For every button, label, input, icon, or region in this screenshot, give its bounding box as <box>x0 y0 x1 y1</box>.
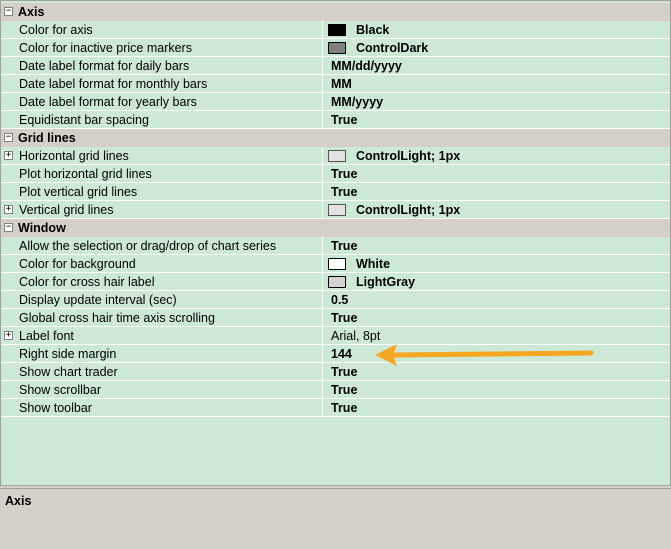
property-row[interactable]: + Vertical grid lines ControlLight; 1px <box>1 201 670 219</box>
description-panel: Axis <box>0 488 671 549</box>
category-grid-lines[interactable]: − Grid lines <box>1 129 670 147</box>
column-divider <box>322 345 323 363</box>
column-divider <box>322 363 323 381</box>
property-row[interactable]: Date label format for daily bars MM/dd/y… <box>1 57 670 75</box>
property-row[interactable]: Date label format for monthly bars MM <box>1 75 670 93</box>
category-label: Axis <box>18 5 45 19</box>
property-row[interactable]: + Horizontal grid lines ControlLight; 1p… <box>1 147 670 165</box>
category-label: Window <box>18 221 66 235</box>
column-divider <box>322 381 323 399</box>
column-divider <box>322 93 323 111</box>
expand-icon[interactable]: + <box>4 331 13 340</box>
property-row[interactable]: Display update interval (sec) 0.5 <box>1 291 670 309</box>
property-value[interactable]: True <box>331 185 357 199</box>
property-value[interactable]: White <box>356 257 390 271</box>
column-divider <box>322 147 323 165</box>
column-divider <box>322 327 323 345</box>
property-label: Global cross hair time axis scrolling <box>19 311 215 325</box>
collapse-icon[interactable]: − <box>4 133 13 142</box>
property-label: Allow the selection or drag/drop of char… <box>19 239 277 253</box>
column-divider <box>322 75 323 93</box>
property-label: Label font <box>19 329 74 343</box>
property-row[interactable]: Color for background White <box>1 255 670 273</box>
color-swatch <box>328 204 346 216</box>
color-swatch <box>328 276 346 288</box>
property-value[interactable]: True <box>331 113 357 127</box>
property-label: Date label format for yearly bars <box>19 95 197 109</box>
property-row[interactable]: Date label format for yearly bars MM/yyy… <box>1 93 670 111</box>
property-value[interactable]: LightGray <box>356 275 415 289</box>
property-value[interactable]: MM/yyyy <box>331 95 383 109</box>
property-row[interactable]: Show scrollbar True <box>1 381 670 399</box>
category-label: Grid lines <box>18 131 76 145</box>
property-grid: − Axis Color for axis Black Color for in… <box>0 0 671 486</box>
color-swatch <box>328 42 346 54</box>
property-label: Show scrollbar <box>19 383 101 397</box>
column-divider <box>322 309 323 327</box>
category-axis[interactable]: − Axis <box>1 3 670 21</box>
column-divider <box>322 291 323 309</box>
color-swatch <box>328 258 346 270</box>
property-row[interactable]: Show toolbar True <box>1 399 670 417</box>
column-divider <box>322 201 323 219</box>
column-divider <box>322 57 323 75</box>
property-label: Plot vertical grid lines <box>19 185 138 199</box>
property-value[interactable]: MM <box>331 77 352 91</box>
property-value[interactable]: True <box>331 401 357 415</box>
expand-icon[interactable]: + <box>4 151 13 160</box>
property-row[interactable]: Color for cross hair label LightGray <box>1 273 670 291</box>
highlight-arrow-icon <box>375 344 594 366</box>
column-divider <box>322 111 323 129</box>
column-divider <box>322 165 323 183</box>
column-divider <box>322 255 323 273</box>
property-value[interactable]: 0.5 <box>331 293 348 307</box>
column-divider <box>322 21 323 39</box>
color-swatch <box>328 150 346 162</box>
column-divider <box>322 39 323 57</box>
property-value[interactable]: True <box>331 311 357 325</box>
column-divider <box>322 273 323 291</box>
property-value[interactable]: ControlDark <box>356 41 428 55</box>
category-window[interactable]: − Window <box>1 219 670 237</box>
property-label: Show toolbar <box>19 401 92 415</box>
property-value[interactable]: ControlLight; 1px <box>356 203 460 217</box>
property-value[interactable]: MM/dd/yyyy <box>331 59 402 73</box>
property-row[interactable]: Equidistant bar spacing True <box>1 111 670 129</box>
property-value[interactable]: Black <box>356 23 389 37</box>
property-label: Plot horizontal grid lines <box>19 167 152 181</box>
property-value[interactable]: True <box>331 167 357 181</box>
property-value[interactable]: 144 <box>331 347 352 361</box>
property-label: Date label format for daily bars <box>19 59 190 73</box>
property-row[interactable]: Color for inactive price markers Control… <box>1 39 670 57</box>
property-label: Color for cross hair label <box>19 275 155 289</box>
property-value[interactable]: True <box>331 383 357 397</box>
column-divider <box>322 183 323 201</box>
property-label: Horizontal grid lines <box>19 149 129 163</box>
property-label: Display update interval (sec) <box>19 293 177 307</box>
property-value[interactable]: True <box>331 365 357 379</box>
color-swatch <box>328 24 346 36</box>
property-label: Color for inactive price markers <box>19 41 192 55</box>
column-divider <box>322 399 323 417</box>
property-row[interactable]: Allow the selection or drag/drop of char… <box>1 237 670 255</box>
description-title: Axis <box>5 494 32 508</box>
property-label: Vertical grid lines <box>19 203 114 217</box>
property-row[interactable]: Plot vertical grid lines True <box>1 183 670 201</box>
collapse-icon[interactable]: − <box>4 7 13 16</box>
property-label: Color for background <box>19 257 136 271</box>
property-row[interactable]: Global cross hair time axis scrolling Tr… <box>1 309 670 327</box>
property-value[interactable]: ControlLight; 1px <box>356 149 460 163</box>
property-row[interactable]: Color for axis Black <box>1 21 670 39</box>
property-label: Date label format for monthly bars <box>19 77 208 91</box>
column-divider <box>322 237 323 255</box>
property-label: Show chart trader <box>19 365 118 379</box>
property-value[interactable]: True <box>331 239 357 253</box>
property-label: Color for axis <box>19 23 93 37</box>
property-label: Equidistant bar spacing <box>19 113 149 127</box>
property-label: Right side margin <box>19 347 117 361</box>
expand-icon[interactable]: + <box>4 205 13 214</box>
collapse-icon[interactable]: − <box>4 223 13 232</box>
property-row[interactable]: Plot horizontal grid lines True <box>1 165 670 183</box>
